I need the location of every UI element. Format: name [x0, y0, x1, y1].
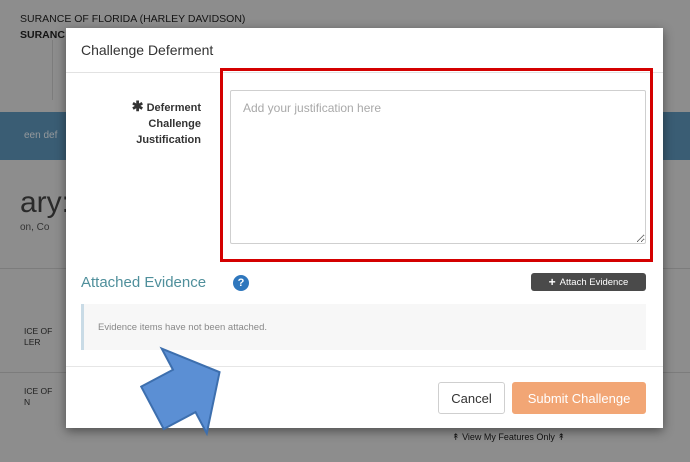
dialog-header: Challenge Deferment: [66, 28, 663, 73]
annotation-arrow-icon: [140, 346, 221, 437]
justification-field-wrapper: [230, 90, 646, 244]
justification-label-text: Deferment Challenge Justification: [136, 102, 201, 146]
plus-icon: +: [548, 275, 556, 289]
double-chevron-up-icon: ↟: [557, 432, 565, 442]
view-features-label: View My Features Only: [462, 432, 555, 442]
justification-textarea[interactable]: [230, 90, 646, 244]
evidence-empty-message: Evidence items have not been attached.: [98, 322, 268, 333]
justification-label: ✱ Deferment Challenge Justification: [101, 98, 201, 148]
cancel-button[interactable]: Cancel: [438, 382, 505, 414]
view-features-link[interactable]: ↟ View My Features Only ↟: [452, 432, 565, 443]
annotation-arrow-shape: [140, 346, 221, 437]
submit-challenge-button[interactable]: Submit Challenge: [512, 382, 646, 414]
attach-evidence-button[interactable]: + Attach Evidence: [531, 273, 646, 291]
attach-evidence-label: Attach Evidence: [559, 276, 629, 288]
required-asterisk-icon: ✱: [131, 98, 144, 114]
attached-evidence-heading: Attached Evidence: [81, 274, 207, 291]
double-chevron-up-icon: ↟: [452, 432, 460, 442]
dialog-title: Challenge Deferment: [81, 42, 214, 58]
help-icon[interactable]: ?: [233, 275, 249, 291]
